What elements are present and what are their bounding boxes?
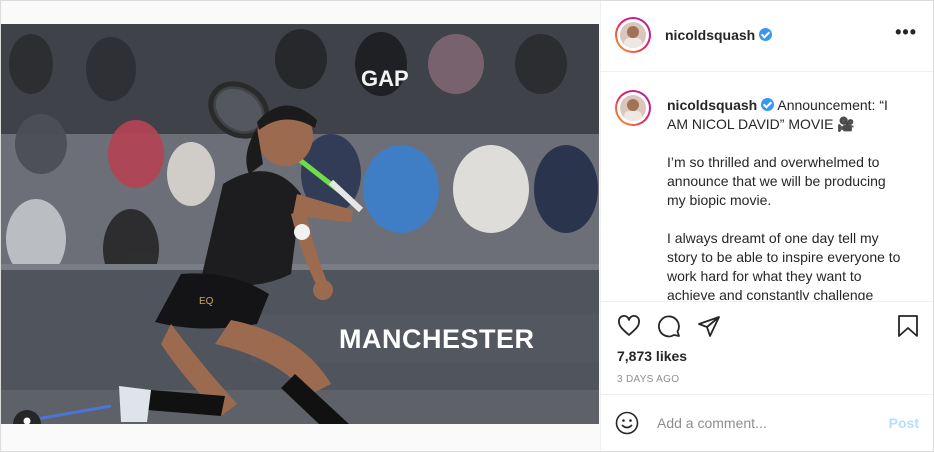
post-timestamp[interactable]: 3 DAYS AGO bbox=[617, 374, 679, 385]
heart-icon[interactable] bbox=[617, 314, 641, 338]
comment-icon[interactable] bbox=[657, 314, 681, 338]
likes-count[interactable]: 7,873 likes bbox=[617, 348, 687, 364]
manchester-banner-text: MANCHESTER bbox=[339, 324, 535, 354]
verified-badge-icon bbox=[759, 28, 773, 41]
more-options-icon[interactable]: ••• bbox=[895, 23, 917, 41]
gap-shirt-text: GAP bbox=[361, 66, 409, 91]
caption-text: nicoldsquash Announcement: “I AM NICOL D… bbox=[667, 96, 907, 300]
comment-input[interactable]: Add a comment... bbox=[657, 415, 767, 431]
action-bar: 7,873 likes 3 DAYS AGO bbox=[601, 301, 933, 394]
header-username-link[interactable]: nicoldsquash bbox=[665, 27, 755, 43]
header-username[interactable]: nicoldsquash bbox=[665, 27, 773, 43]
caption-username[interactable]: nicoldsquash bbox=[667, 97, 757, 113]
squash-player-image: GAP MANCHESTER EQ bbox=[1, 24, 599, 424]
avatar[interactable] bbox=[615, 17, 651, 53]
emoji-icon[interactable] bbox=[615, 411, 639, 435]
share-icon[interactable] bbox=[697, 314, 721, 338]
shorts-logo-text: EQ bbox=[199, 296, 214, 307]
caption-area: nicoldsquash Announcement: “I AM NICOL D… bbox=[601, 72, 933, 300]
caption-verified-badge-icon bbox=[761, 98, 775, 111]
bookmark-icon[interactable] bbox=[897, 314, 919, 338]
post-photo[interactable]: GAP MANCHESTER EQ bbox=[1, 24, 599, 424]
post-comment-button[interactable]: Post bbox=[889, 415, 919, 431]
caption-paragraph-1: I’m so thrilled and overwhelmed to annou… bbox=[667, 154, 886, 208]
caption-avatar[interactable] bbox=[615, 90, 651, 126]
comment-bar: Add a comment... Post bbox=[601, 394, 933, 451]
caption-paragraph-2: I always dreamt of one day tell my story… bbox=[667, 230, 901, 300]
post-header: nicoldsquash ••• bbox=[601, 1, 933, 72]
post-side-panel: nicoldsquash ••• nicoldsquash Announceme… bbox=[600, 1, 933, 451]
